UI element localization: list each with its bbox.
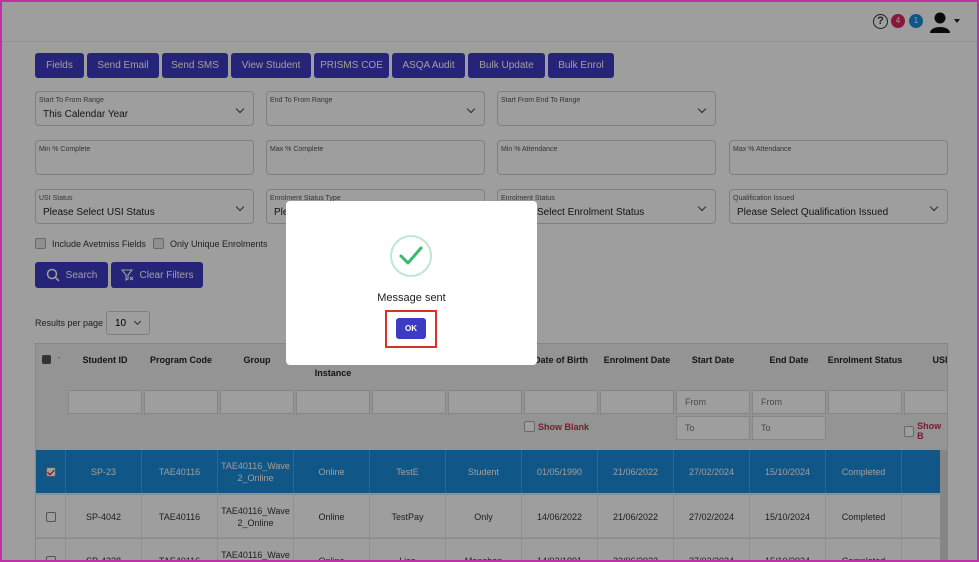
dialog-message: Message sent	[377, 292, 446, 304]
message-sent-dialog: Message sent OK	[286, 201, 537, 365]
checkmark-icon	[399, 246, 423, 265]
ok-button[interactable]: OK	[396, 318, 426, 339]
success-circle	[390, 235, 432, 277]
app-window: ? 4 1 Fields Send Email Send SMS View St…	[0, 0, 979, 562]
